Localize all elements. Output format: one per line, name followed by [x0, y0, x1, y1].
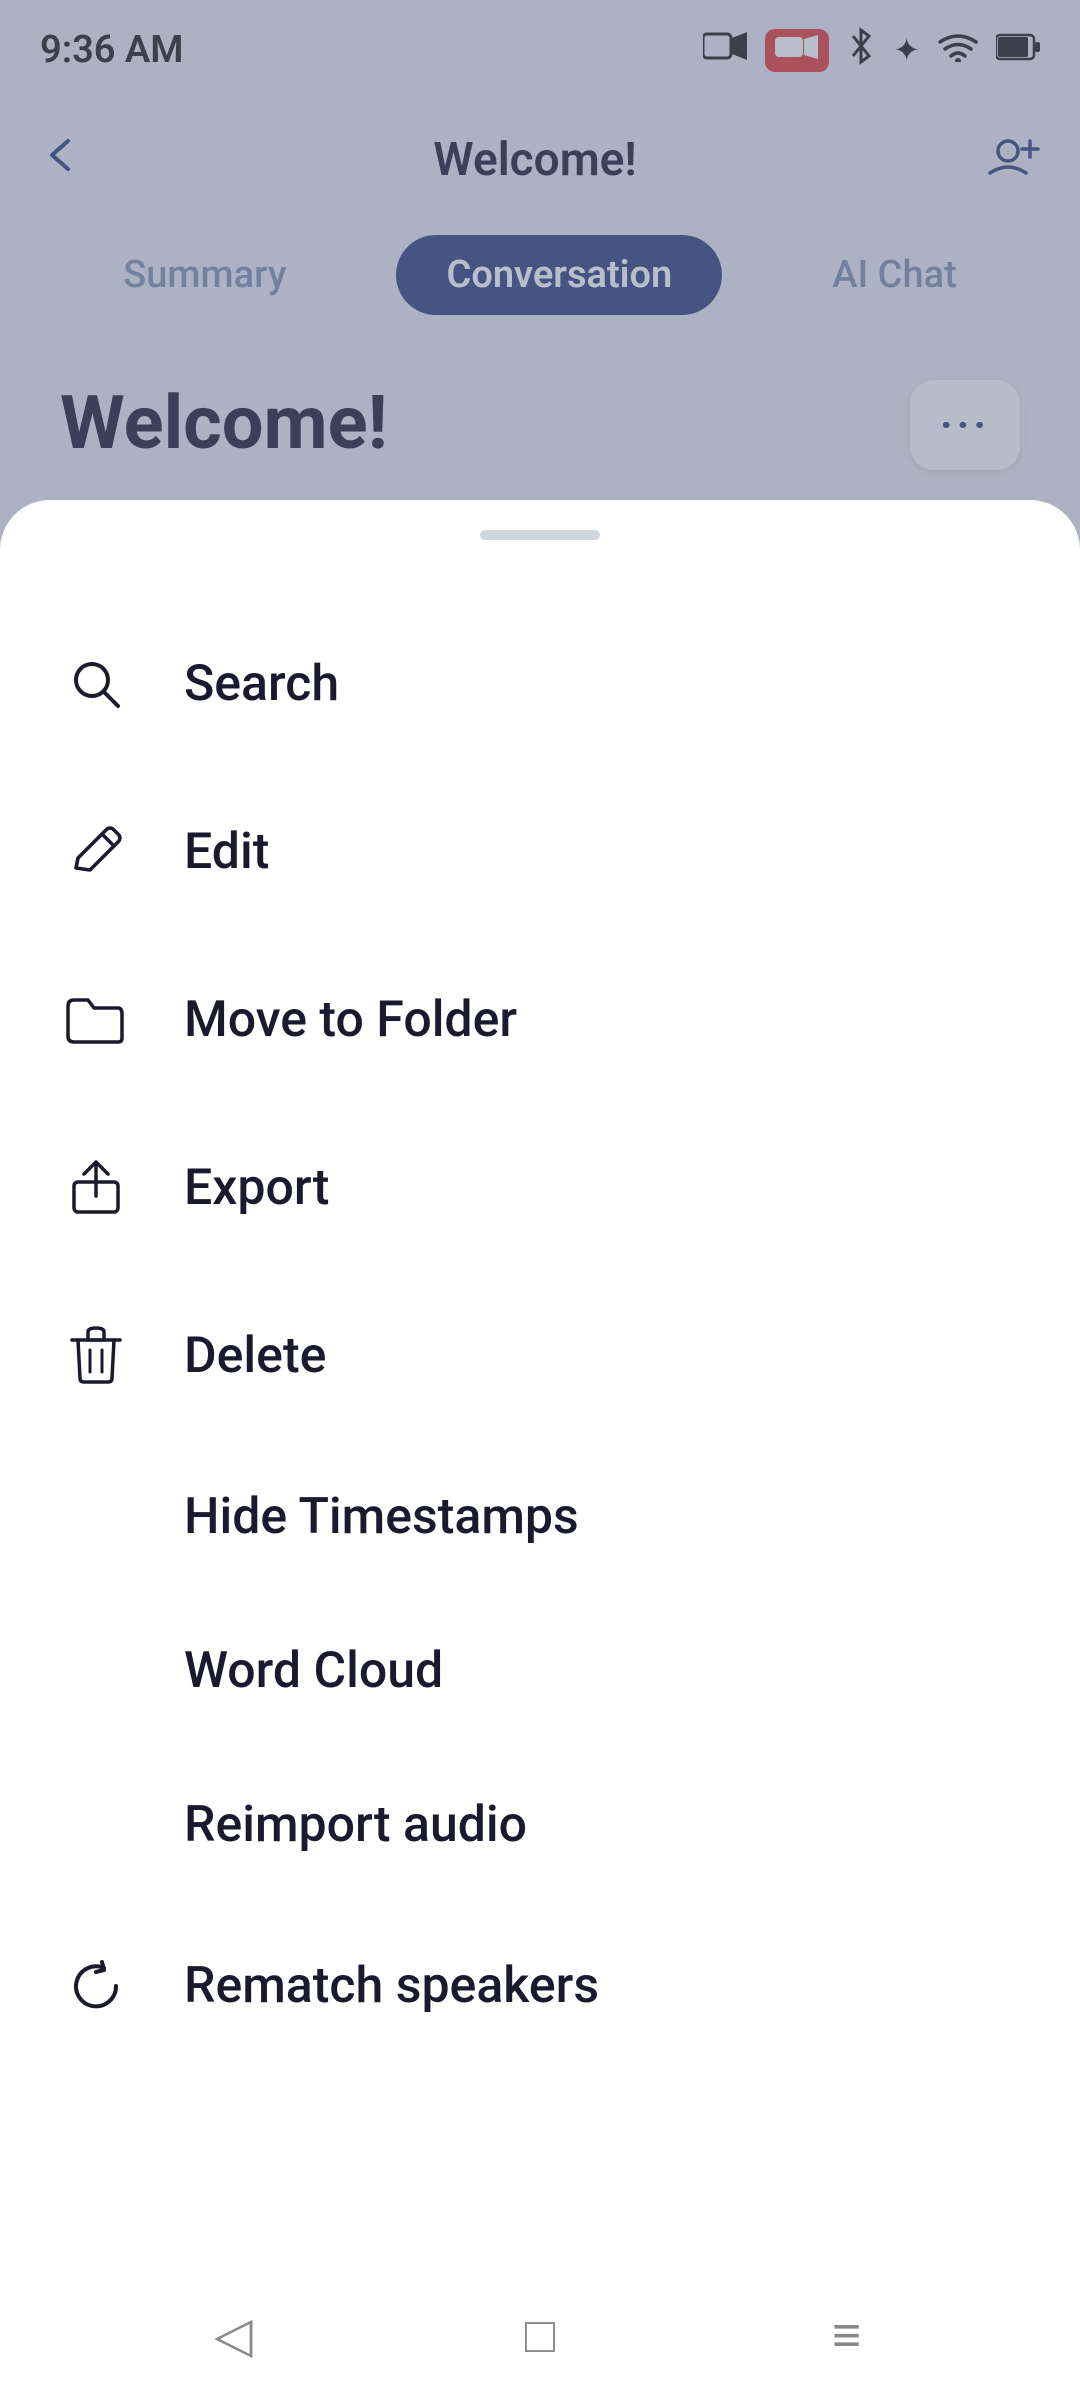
menu-item-delete[interactable]: Delete — [60, 1272, 1020, 1440]
menu-item-hide-timestamps[interactable]: Hide Timestamps — [60, 1440, 1020, 1594]
search-icon — [60, 648, 132, 720]
export-label: Export — [184, 1159, 329, 1217]
menu-item-word-cloud[interactable]: Word Cloud — [60, 1594, 1020, 1748]
sheet-handle — [480, 530, 600, 540]
menu-item-rematch-speakers[interactable]: Rematch speakers — [60, 1902, 1020, 2070]
hide-timestamps-label: Hide Timestamps — [184, 1488, 579, 1546]
folder-icon — [60, 984, 132, 1056]
nav-menu-button[interactable]: ≡ — [797, 2295, 897, 2375]
delete-label: Delete — [184, 1327, 326, 1385]
menu-list: Search Edit Move to Folder — [0, 600, 1080, 2070]
bottom-sheet: Search Edit Move to Folder — [0, 500, 1080, 2400]
menu-item-reimport-audio[interactable]: Reimport audio — [60, 1748, 1020, 1902]
export-icon — [60, 1152, 132, 1224]
reimport-audio-label: Reimport audio — [184, 1796, 527, 1854]
refresh-icon — [60, 1950, 132, 2022]
menu-item-edit[interactable]: Edit — [60, 768, 1020, 936]
bottom-nav: ◁ □ ≡ — [0, 2270, 1080, 2400]
edit-icon — [60, 816, 132, 888]
nav-back-button[interactable]: ◁ — [183, 2295, 283, 2375]
nav-home-button[interactable]: □ — [490, 2295, 590, 2375]
menu-item-move-to-folder[interactable]: Move to Folder — [60, 936, 1020, 1104]
trash-icon — [60, 1320, 132, 1392]
menu-item-search[interactable]: Search — [60, 600, 1020, 768]
move-to-folder-label: Move to Folder — [184, 991, 517, 1049]
menu-item-export[interactable]: Export — [60, 1104, 1020, 1272]
edit-label: Edit — [184, 823, 269, 881]
word-cloud-label: Word Cloud — [184, 1642, 443, 1700]
search-label: Search — [184, 655, 339, 713]
rematch-speakers-label: Rematch speakers — [184, 1957, 599, 2015]
